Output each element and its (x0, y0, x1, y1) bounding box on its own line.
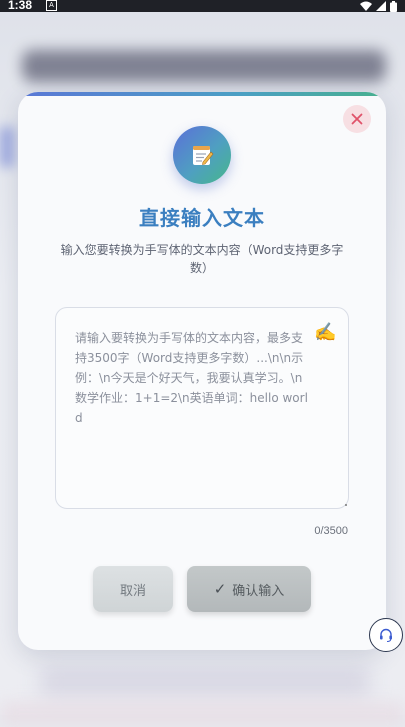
status-bar: 1:38 A (0, 0, 405, 12)
cancel-button-label: 取消 (119, 583, 146, 599)
text-input-area[interactable]: 请输入要转换为手写体的文本内容，最多支持3500字（Word支持更多字数）...… (55, 307, 349, 509)
battery-icon (390, 0, 397, 12)
signal-icon (376, 1, 386, 11)
cancel-button[interactable]: 取消 (93, 566, 173, 612)
background-content-blur (40, 667, 370, 697)
writing-hand-icon: ✍️ (314, 322, 337, 343)
dialog-subtitle: 输入您要转换为手写体的文本内容（Word支持更多字数） (60, 243, 344, 275)
wifi-icon (360, 1, 372, 11)
check-icon: ✓ (213, 580, 227, 598)
status-icons (360, 0, 397, 12)
headset-icon (380, 628, 392, 643)
background-accent-blur (0, 127, 14, 167)
notification-icon: A (46, 0, 57, 11)
close-icon (351, 113, 363, 125)
text-input-dialog: 直接输入文本 输入您要转换为手写体的文本内容（Word支持更多字数） 请输入要转… (18, 92, 386, 650)
memo-icon (173, 126, 231, 184)
resize-handle[interactable] (345, 504, 347, 506)
confirm-input-button[interactable]: ✓ 确认输入 (187, 566, 311, 612)
close-button[interactable] (343, 105, 371, 133)
confirm-button-label: 确认输入 (232, 583, 285, 599)
status-time: 1:38 (8, 0, 33, 12)
background-header-blur (22, 50, 386, 82)
customer-support-button[interactable] (369, 618, 403, 652)
dialog-accent-bar (18, 92, 386, 96)
dialog-title: 直接输入文本 (139, 206, 265, 230)
text-input-placeholder: 请输入要转换为手写体的文本内容，最多支持3500字（Word支持更多字数）...… (75, 331, 308, 425)
character-counter: 0/3500 (314, 525, 348, 537)
